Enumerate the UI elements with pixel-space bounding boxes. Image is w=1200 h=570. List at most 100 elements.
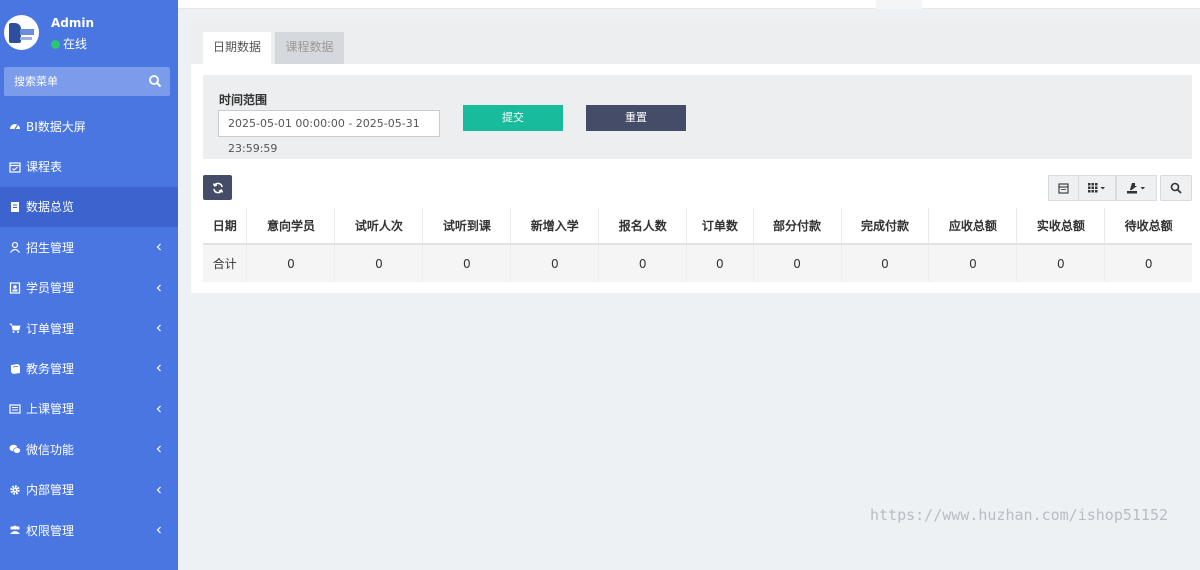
column-header[interactable]: 完成付款 (841, 208, 930, 245)
wechat-icon (9, 445, 21, 454)
columns-dropdown-button[interactable] (1078, 175, 1116, 201)
sidebar-item-data-overview[interactable]: 数据总览 (0, 186, 178, 228)
column-header[interactable]: 新增入学 (510, 208, 600, 245)
chevron-left-icon (156, 243, 161, 251)
menu-search-box (4, 67, 170, 96)
submit-button[interactable]: 提交 (463, 105, 563, 131)
sidebar-item-internal[interactable]: 内部管理 (0, 470, 178, 510)
table-cell: 0 (928, 244, 1018, 282)
table-cell: 0 (510, 244, 600, 282)
table-cell: 合计 (203, 244, 248, 282)
cart-icon (9, 323, 21, 334)
column-header[interactable]: 意向学员 (246, 208, 336, 245)
table-cell: 0 (334, 244, 424, 282)
chevron-left-icon (156, 324, 161, 332)
list-alt-icon (9, 404, 21, 414)
sidebar-item-schedule[interactable]: 课程表 (0, 146, 178, 186)
column-header[interactable]: 日期 (203, 208, 248, 245)
menu-search-input[interactable] (4, 67, 134, 96)
tab-course-data[interactable]: 课程数据 (275, 32, 344, 64)
sidebar-item-enrollment[interactable]: 招生管理 (0, 227, 178, 267)
search-toggle-button[interactable] (1160, 175, 1192, 201)
chevron-left-icon (156, 364, 161, 372)
table-cell: 0 (1016, 244, 1106, 282)
refresh-button[interactable] (203, 175, 232, 200)
user-name: Admin (51, 16, 95, 30)
user-status-label: 在线 (63, 37, 88, 51)
book-icon (11, 201, 19, 212)
date-range-label: 时间范围 (219, 93, 268, 107)
toggle-view-button[interactable] (1048, 175, 1079, 201)
chevron-left-icon (156, 445, 161, 453)
gear-icon (10, 485, 20, 495)
column-header[interactable]: 实收总额 (1016, 208, 1106, 245)
sidebar-item-label: 上课管理 (26, 402, 75, 417)
user-panel: Admin 在线 (0, 0, 178, 62)
sidebar: Admin 在线 BI数据大屏 课程表 数据总览 招生管理 (0, 0, 178, 570)
tab-bar: 日期数据 课程数据 (191, 20, 1200, 64)
table-cell: 0 (753, 244, 842, 282)
table-cell: 0 (598, 244, 688, 282)
user-icon (10, 242, 20, 254)
avatar[interactable] (4, 15, 39, 50)
sidebar-item-label: 订单管理 (26, 321, 75, 336)
watermark-text: https://www.huzhan.com/ishop51152 (870, 506, 1169, 524)
sidebar-item-permissions[interactable]: 权限管理 (0, 510, 178, 550)
portrait-icon (9, 282, 21, 294)
sidebar-menu: BI数据大屏 课程表 数据总览 招生管理 学员管理 订单管理 教务管理 上课管理… (0, 106, 178, 550)
sidebar-item-label: 课程表 (26, 160, 63, 175)
sidebar-item-label: 教务管理 (26, 362, 75, 377)
reset-button[interactable]: 重置 (586, 105, 686, 131)
chevron-left-icon (156, 526, 161, 534)
group-icon (10, 525, 20, 535)
table-cell: 0 (422, 244, 512, 282)
chevron-left-icon (156, 405, 161, 413)
search-icon (1170, 182, 1182, 194)
column-header[interactable]: 试听到课 (422, 208, 512, 245)
sidebar-item-bi-dashboard[interactable]: BI数据大屏 (0, 106, 178, 146)
column-header[interactable]: 应收总额 (928, 208, 1018, 245)
sidebar-item-academic[interactable]: 教务管理 (0, 348, 178, 388)
sidebar-item-wechat[interactable]: 微信功能 (0, 429, 178, 469)
sidebar-item-label: 权限管理 (26, 523, 75, 538)
sidebar-item-classes[interactable]: 上课管理 (0, 389, 178, 429)
table-cell: 0 (686, 244, 754, 282)
table-view-icon (1058, 182, 1069, 194)
online-status-dot-icon (51, 40, 60, 49)
sidebar-item-label: BI数据大屏 (26, 119, 86, 134)
column-header[interactable]: 部分付款 (753, 208, 842, 245)
table-header-row: 日期 意向学员 试听人次 试听到课 新增入学 报名人数 订单数 部分付款 完成付… (203, 208, 1192, 245)
top-nav-bar (178, 0, 1200, 9)
sidebar-item-label: 招生管理 (26, 240, 75, 255)
dashboard-icon (10, 124, 20, 130)
column-header[interactable]: 待收总额 (1104, 208, 1192, 245)
top-nav-tab[interactable] (876, 0, 922, 9)
calendar-icon (9, 161, 21, 173)
search-icon[interactable] (148, 74, 162, 88)
table-row: 合计 0 0 0 0 0 0 0 0 0 0 0 (203, 244, 1192, 282)
chevron-left-icon (156, 284, 161, 291)
refresh-icon (212, 182, 223, 193)
column-header[interactable]: 报名人数 (598, 208, 688, 245)
main-panel: 日期数据 课程数据 时间范围 2025-05-01 00:00:00 - 202… (191, 20, 1200, 293)
user-status: 在线 (51, 35, 87, 52)
table-cell: 0 (246, 244, 336, 282)
sidebar-item-label: 微信功能 (26, 442, 75, 457)
sidebar-item-label: 内部管理 (26, 483, 75, 498)
filter-form: 时间范围 2025-05-01 00:00:00 - 2025-05-31 23… (203, 75, 1192, 159)
export-dropdown-button[interactable] (1116, 175, 1157, 201)
column-header[interactable]: 试听人次 (334, 208, 424, 245)
grid-icon (1088, 183, 1105, 193)
column-header[interactable]: 订单数 (686, 208, 754, 245)
sidebar-item-orders[interactable]: 订单管理 (0, 308, 178, 348)
date-range-input[interactable]: 2025-05-01 00:00:00 - 2025-05-31 23:59:5… (218, 110, 440, 155)
chevron-left-icon (156, 486, 161, 493)
sidebar-item-students[interactable]: 学员管理 (0, 268, 178, 308)
sidebar-item-label: 数据总览 (26, 200, 75, 215)
book-open-icon (11, 363, 20, 374)
stats-table: 日期 意向学员 试听人次 试听到课 新增入学 报名人数 订单数 部分付款 完成付… (203, 208, 1192, 282)
table-cell: 0 (841, 244, 930, 282)
download-icon (1126, 182, 1145, 193)
sidebar-item-label: 学员管理 (26, 281, 75, 296)
tab-date-data[interactable]: 日期数据 (203, 32, 271, 64)
